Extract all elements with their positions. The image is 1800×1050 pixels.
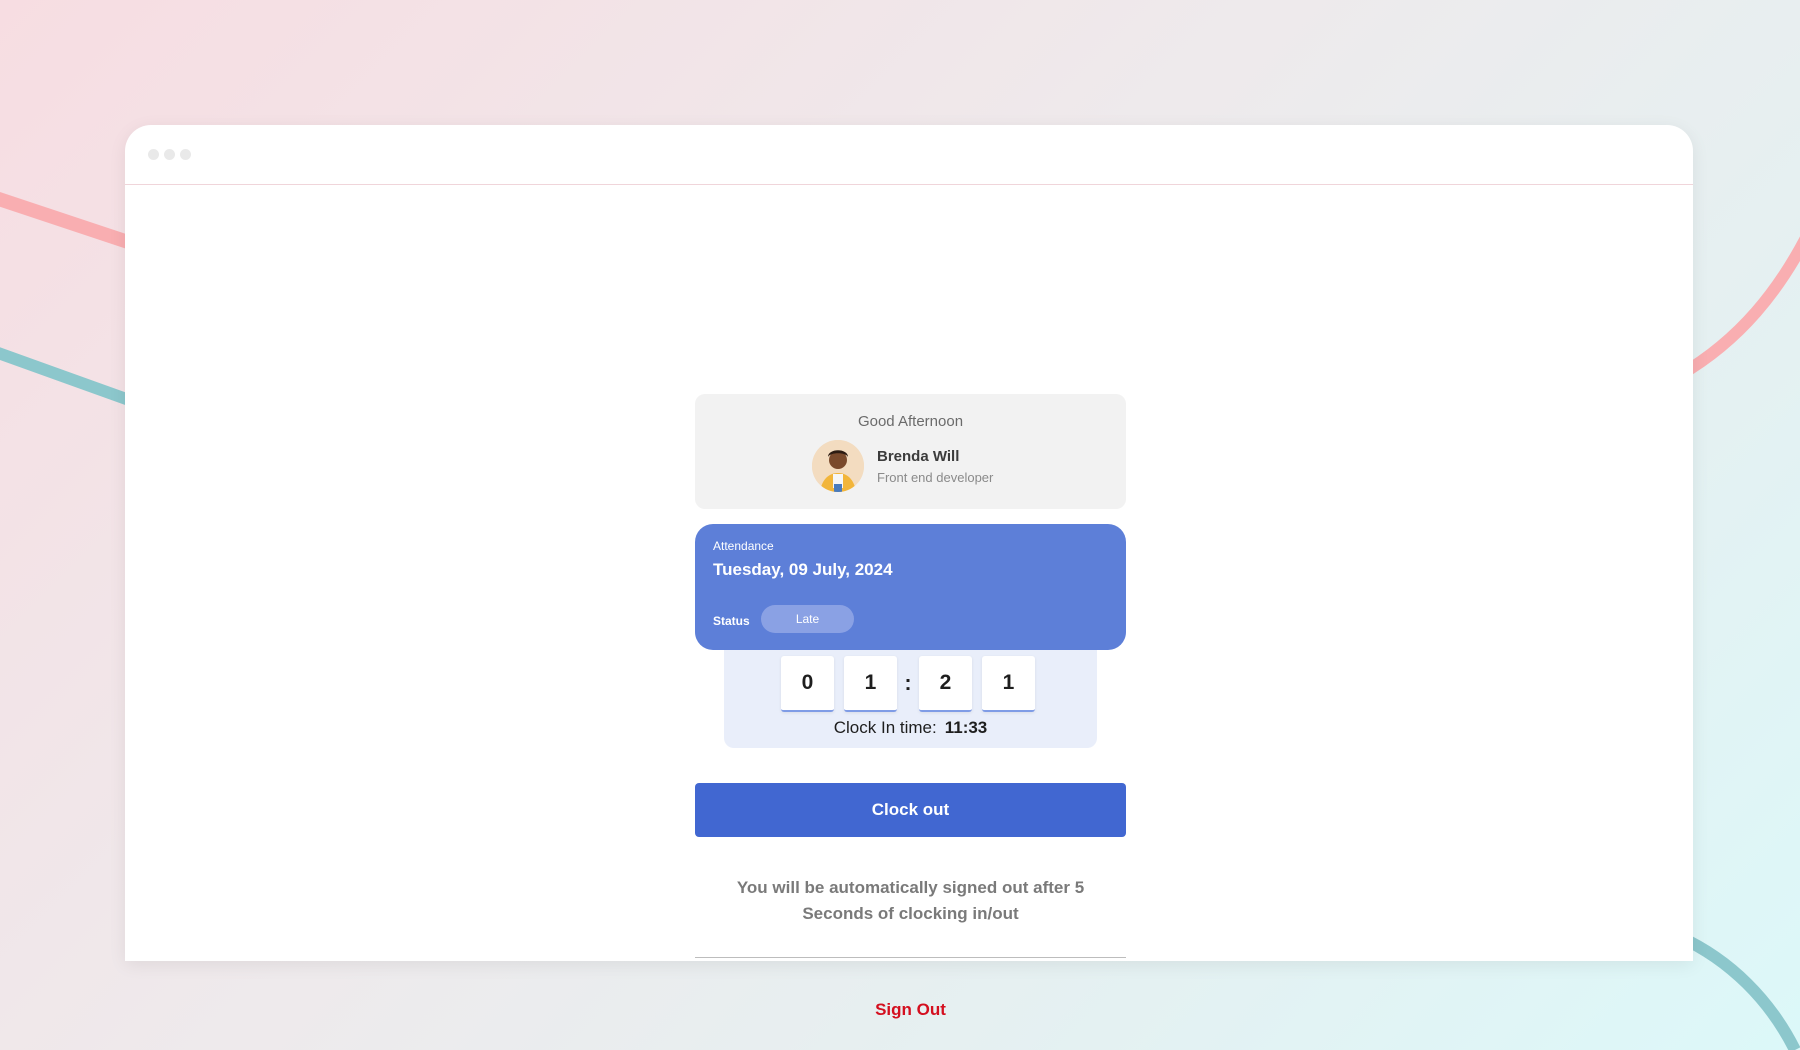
sign-out-link[interactable]: Sign Out <box>695 1000 1126 1020</box>
window-control-dot[interactable] <box>148 149 159 160</box>
window-control-dot[interactable] <box>164 149 175 160</box>
auto-signout-line: Seconds of clocking in/out <box>802 904 1019 923</box>
user-info-row: Brenda Will Front end developer <box>812 440 993 492</box>
clock-in-time: 11:33 <box>944 718 988 737</box>
attendance-card: Attendance Tuesday, 09 July, 2024 Status… <box>695 524 1126 650</box>
user-photo-icon <box>812 440 864 492</box>
timer-panel: 0 1 : 2 1 Clock In time: 11:33 <box>724 650 1097 748</box>
window-control-dot[interactable] <box>180 149 191 160</box>
window-titlebar <box>125 125 1693 185</box>
auto-signout-line: You will be automatically signed out aft… <box>736 878 1085 897</box>
status-label: Status <box>713 614 750 628</box>
clock-in-info: Clock In time: 11:33 <box>724 718 1097 738</box>
divider <box>695 957 1126 958</box>
window-controls <box>148 149 191 160</box>
clock-in-label: Clock In time: <box>833 718 937 737</box>
timer-digit: 2 <box>919 656 972 712</box>
status-badge: Late <box>761 605 854 633</box>
attendance-date: Tuesday, 09 July, 2024 <box>713 560 893 579</box>
user-details: Brenda Will Front end developer <box>877 448 993 485</box>
timer-digit: 1 <box>982 656 1035 712</box>
app-window: Good Afternoon Brenda Will Front end dev… <box>125 125 1693 1019</box>
timer-digits: 0 1 : 2 1 <box>781 656 1035 712</box>
user-name: Brenda Will <box>877 447 960 465</box>
timer-digit: 1 <box>844 656 897 712</box>
user-role: Front end developer <box>877 469 994 485</box>
clock-out-button[interactable]: Clock out <box>695 783 1126 837</box>
greeting-text: Good Afternoon <box>857 413 964 430</box>
timer-digit: 0 <box>781 656 834 712</box>
greeting-card: Good Afternoon Brenda Will Front end dev… <box>695 394 1126 509</box>
auto-signout-note: You will be automatically signed out aft… <box>695 875 1126 927</box>
attendance-label: Attendance <box>713 539 774 553</box>
timer-separator: : <box>904 672 912 695</box>
window-content: Good Afternoon Brenda Will Front end dev… <box>125 185 1693 1019</box>
